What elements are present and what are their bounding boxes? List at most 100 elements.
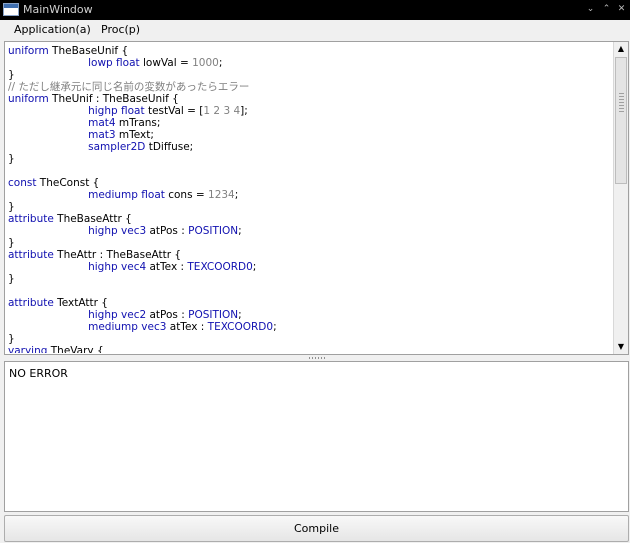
code-token: vec4 [121, 261, 147, 273]
code-line: mediump vec3 atTex : TEXCOORD0; [8, 321, 610, 333]
menu-bar: Application(a) Proc(p) [0, 20, 630, 40]
code-line: attribute TheAttr : TheBaseAttr { [8, 249, 610, 261]
scrollbar-thumb[interactable] [615, 57, 627, 184]
code-token: vec3 [121, 225, 147, 237]
code-line: attribute TheBaseAttr { [8, 213, 610, 225]
code-line: sampler2D tDiffuse; [8, 141, 610, 153]
vertical-scrollbar[interactable]: ▲ ▼ [613, 42, 628, 354]
code-token: float [121, 105, 145, 117]
window-title: MainWindow [23, 3, 93, 16]
code-token: ]; [240, 105, 248, 117]
code-line: highp float testVal = [1 2 3 4]; [8, 105, 610, 117]
scroll-up-icon[interactable]: ▲ [614, 42, 628, 56]
menu-proc[interactable]: Proc(p) [101, 23, 140, 37]
code-token: TheConst { [36, 177, 100, 189]
code-token: ; [238, 225, 242, 237]
code-token: ; [238, 309, 242, 321]
compile-button[interactable]: Compile [4, 515, 629, 542]
code-token: const [8, 177, 37, 189]
code-line: uniform TheUnif : TheBaseUnif { [8, 93, 610, 105]
grip-icon [619, 93, 624, 113]
code-token: attribute [8, 249, 54, 261]
code-line: mat3 mText; [8, 129, 610, 141]
code-token: TheUnif : TheBaseUnif { [48, 93, 179, 105]
code-line: uniform TheBaseUnif { [8, 45, 610, 57]
code-token: // ただし継承元に同じ名前の変数があったらエラー [8, 81, 250, 93]
code-token: TextAttr { [53, 297, 108, 309]
code-line: } [8, 333, 610, 345]
code-token: highp [8, 261, 118, 273]
output-text: NO ERROR [9, 367, 68, 380]
code-text[interactable]: uniform TheBaseUnif { lowp float lowVal … [8, 45, 610, 353]
code-token: cons = [164, 189, 209, 201]
code-line: mat4 mTrans; [8, 117, 610, 129]
code-token: atPos : [146, 225, 189, 237]
code-token: tDiffuse; [145, 141, 194, 153]
menu-application[interactable]: Application(a) [14, 23, 91, 37]
code-token: 1000 [192, 57, 219, 69]
code-token: ; [252, 261, 257, 273]
code-token: TheBaseAttr { [53, 213, 132, 225]
scroll-down-icon[interactable]: ▼ [614, 340, 628, 354]
code-token: POSITION [188, 309, 239, 321]
code-token: lowVal = [139, 57, 193, 69]
code-line: varying TheVary { [8, 345, 610, 353]
code-line: highp vec3 atPos : POSITION; [8, 225, 610, 237]
code-token: mediump [8, 321, 138, 333]
window-icon [3, 3, 19, 16]
code-editor[interactable]: uniform TheBaseUnif { lowp float lowVal … [4, 41, 629, 355]
code-token: highp [8, 105, 118, 117]
code-token: mat4 [8, 117, 116, 129]
code-token: testVal = [ [144, 105, 204, 117]
code-token: atPos : [146, 309, 189, 321]
code-token: lowp [8, 57, 113, 69]
code-token: } [8, 201, 15, 213]
code-token: highp [8, 225, 118, 237]
code-line: // ただし継承元に同じ名前の変数があったらエラー [8, 81, 610, 93]
code-line: lowp float lowVal = 1000; [8, 57, 610, 69]
code-line: highp vec4 atTex : TEXCOORD0; [8, 261, 610, 273]
code-token: ; [218, 57, 223, 69]
code-token: 1234 [208, 189, 235, 201]
code-token: mText; [115, 129, 154, 141]
code-token: sampler2D [8, 141, 146, 153]
code-line: } [8, 153, 610, 165]
code-token: mat3 [8, 129, 116, 141]
code-line: attribute TextAttr { [8, 297, 610, 309]
minimize-icon[interactable]: ⌄ [584, 3, 597, 16]
code-token: float [141, 189, 165, 201]
code-token: atTex : [146, 261, 188, 273]
code-line: } [8, 69, 610, 81]
code-token: POSITION [188, 225, 239, 237]
code-token: } [8, 273, 15, 285]
code-token: mediump [8, 189, 138, 201]
code-token: ; [273, 321, 277, 333]
code-token: uniform [8, 93, 49, 105]
code-token: } [8, 69, 15, 81]
code-token: vec3 [141, 321, 167, 333]
code-token: highp [8, 309, 118, 321]
title-bar: MainWindow ⌄ ⌃ ✕ [0, 0, 630, 20]
close-icon[interactable]: ✕ [615, 3, 628, 16]
code-token: varying [8, 345, 48, 353]
code-line: } [8, 237, 610, 249]
code-token: TheBaseUnif { [48, 45, 129, 57]
code-line: } [8, 273, 610, 285]
code-token: mTrans; [115, 117, 161, 129]
maximize-icon[interactable]: ⌃ [600, 3, 613, 16]
code-token: } [8, 153, 15, 165]
code-token: float [116, 57, 140, 69]
code-token: } [8, 237, 15, 249]
code-token: attribute [8, 297, 54, 309]
code-token: TheAttr : TheBaseAttr { [53, 249, 182, 261]
code-line: highp vec2 atPos : POSITION; [8, 309, 610, 321]
code-token: TEXCOORD0 [207, 321, 274, 333]
code-token: atTex : [166, 321, 208, 333]
splitter-grip-icon [309, 357, 327, 359]
code-token: TheVary { [47, 345, 104, 353]
code-token: } [8, 333, 15, 345]
output-panel[interactable]: NO ERROR [4, 361, 629, 512]
code-token: vec2 [121, 309, 147, 321]
code-token: attribute [8, 213, 54, 225]
